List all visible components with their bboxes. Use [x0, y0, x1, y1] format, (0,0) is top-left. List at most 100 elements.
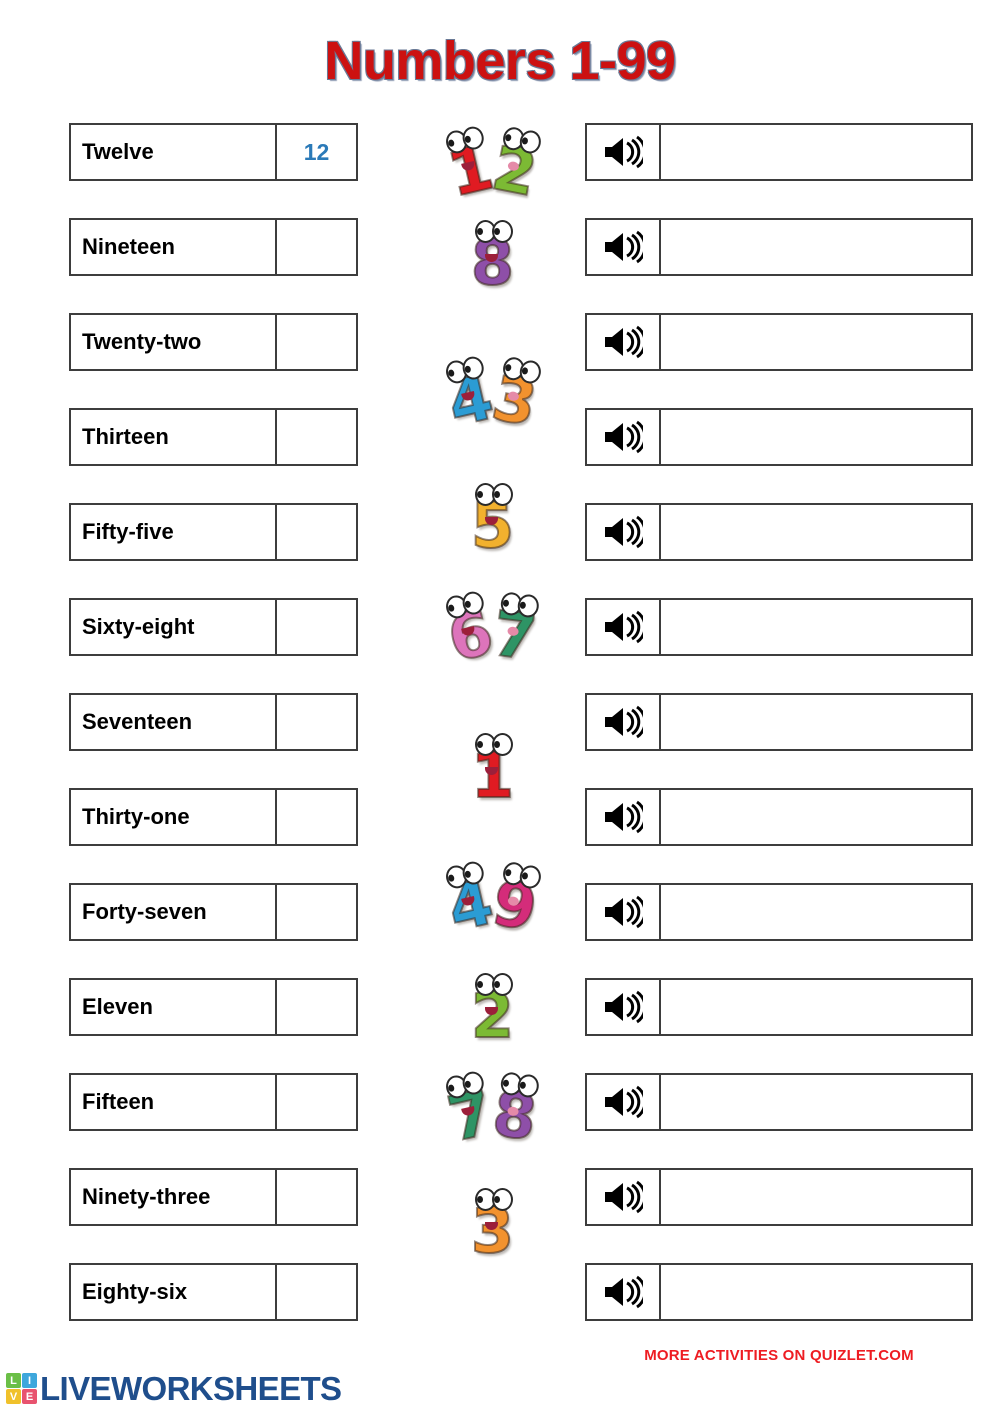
audio-answer-group	[585, 883, 973, 941]
clipart-mouth-icon	[484, 767, 498, 775]
clipart-mouth-icon	[506, 1106, 519, 1117]
speaker-icon[interactable]	[587, 695, 661, 749]
word-answer-group: Twelve 12	[69, 123, 358, 181]
audio-answer-input[interactable]	[661, 125, 971, 179]
speaker-icon[interactable]	[587, 125, 661, 179]
speaker-icon[interactable]	[587, 410, 661, 464]
number-word-label: Nineteen	[71, 220, 277, 274]
speaker-icon-glyph	[605, 1275, 643, 1309]
clipart-mouth-icon	[484, 1222, 498, 1230]
clipart-digit: 8	[487, 1076, 541, 1156]
numeral-answer-input[interactable]	[277, 315, 356, 369]
numeral-answer-input[interactable]	[277, 980, 356, 1034]
number-word-label: Twenty-two	[71, 315, 277, 369]
audio-answer-group	[585, 313, 973, 371]
live-logo-tiles: L I V E	[6, 1373, 37, 1404]
numeral-answer-input[interactable]	[277, 410, 356, 464]
audio-answer-input[interactable]	[661, 315, 971, 369]
clipart-eyes-icon	[476, 1196, 500, 1204]
number-word-label: Fifty-five	[71, 505, 277, 559]
audio-answer-input[interactable]	[661, 695, 971, 749]
speaker-icon[interactable]	[587, 505, 661, 559]
speaker-icon-glyph	[605, 990, 643, 1024]
speaker-icon[interactable]	[587, 315, 661, 369]
speaker-icon[interactable]	[587, 1265, 661, 1319]
word-answer-group: Eleven	[69, 978, 358, 1036]
audio-answer-input[interactable]	[661, 220, 971, 274]
number-word-label: Thirteen	[71, 410, 277, 464]
audio-answer-input[interactable]	[661, 1170, 971, 1224]
clipart-mouth-icon	[484, 1007, 498, 1015]
speaker-icon-glyph	[605, 705, 643, 739]
speaker-icon-glyph	[605, 135, 643, 169]
clipart-eyes-icon	[476, 228, 500, 236]
logo-tile-v: V	[6, 1389, 21, 1404]
clipart-digit: 5	[470, 483, 515, 562]
clipart-digit: 2	[470, 973, 515, 1052]
numeral-answer-input[interactable]	[277, 505, 356, 559]
audio-answer-input[interactable]	[661, 1075, 971, 1129]
clipart-eyes-icon	[476, 741, 500, 749]
cartoon-number-clipart: 12	[410, 129, 575, 212]
numeral-answer-input[interactable]	[277, 1265, 356, 1319]
cartoon-number-clipart: 2	[410, 973, 575, 1052]
speaker-icon[interactable]	[587, 600, 661, 654]
cartoon-number-clipart: 49	[410, 864, 575, 947]
clipart-mouth-icon	[461, 896, 476, 907]
number-word-label: Forty-seven	[71, 885, 277, 939]
clipart-eyes-icon	[447, 135, 472, 148]
clipart-mouth-icon	[461, 161, 476, 172]
numeral-answer-input[interactable]	[277, 790, 356, 844]
clipart-mouth-icon	[506, 390, 520, 402]
clipart-mouth-icon	[461, 1106, 476, 1117]
cartoon-number-clipart: 8	[410, 220, 575, 295]
audio-answer-input[interactable]	[661, 1265, 971, 1319]
numeral-answer-input[interactable]	[277, 600, 356, 654]
cartoon-number-clipart: 5	[410, 483, 575, 562]
clipart-eyes-icon	[502, 1079, 526, 1090]
speaker-icon[interactable]	[587, 790, 661, 844]
speaker-icon[interactable]	[587, 1075, 661, 1129]
numeral-answer-input[interactable]	[277, 695, 356, 749]
audio-answer-input[interactable]	[661, 980, 971, 1034]
speaker-icon-glyph	[605, 515, 643, 549]
audio-answer-group	[585, 218, 973, 276]
audio-answer-input[interactable]	[661, 790, 971, 844]
numeral-answer-input[interactable]	[277, 885, 356, 939]
cartoon-number-clipart: 67	[410, 594, 575, 677]
clipart-eyes-icon	[476, 491, 500, 499]
numeral-answer-input[interactable]	[277, 1075, 356, 1129]
speaker-icon-glyph	[605, 325, 643, 359]
number-word-label: Eighty-six	[71, 1265, 277, 1319]
clipart-digit: 3	[485, 360, 543, 442]
clipart-mouth-icon	[461, 626, 476, 637]
word-answer-group: Fifteen	[69, 1073, 358, 1131]
number-word-label: Ninety-three	[71, 1170, 277, 1224]
audio-answer-group	[585, 788, 973, 846]
clipart-digit: 7	[487, 596, 541, 676]
speaker-icon-glyph	[605, 800, 643, 834]
numeral-answer-input[interactable]	[277, 1170, 356, 1224]
audio-answer-input[interactable]	[661, 505, 971, 559]
speaker-icon-glyph	[605, 230, 643, 264]
speaker-icon[interactable]	[587, 980, 661, 1034]
logo-wordmark: LIVEWORKSHEETS	[40, 1370, 342, 1407]
speaker-icon-glyph	[605, 895, 643, 929]
clipart-mouth-icon	[484, 517, 498, 525]
clipart-digit: 9	[485, 865, 543, 947]
speaker-icon[interactable]	[587, 1170, 661, 1224]
audio-answer-input[interactable]	[661, 885, 971, 939]
audio-answer-input[interactable]	[661, 410, 971, 464]
word-answer-group: Fifty-five	[69, 503, 358, 561]
word-answer-group: Ninety-three	[69, 1168, 358, 1226]
numeral-answer-input[interactable]	[277, 220, 356, 274]
numeral-answer-input[interactable]: 12	[277, 125, 356, 179]
clipart-eyes-icon	[447, 600, 472, 613]
speaker-icon[interactable]	[587, 220, 661, 274]
number-word-label: Thirty-one	[71, 790, 277, 844]
clipart-mouth-icon	[506, 160, 520, 172]
speaker-icon[interactable]	[587, 885, 661, 939]
number-word-label: Seventeen	[71, 695, 277, 749]
clipart-eyes-icon	[447, 365, 472, 378]
audio-answer-input[interactable]	[661, 600, 971, 654]
